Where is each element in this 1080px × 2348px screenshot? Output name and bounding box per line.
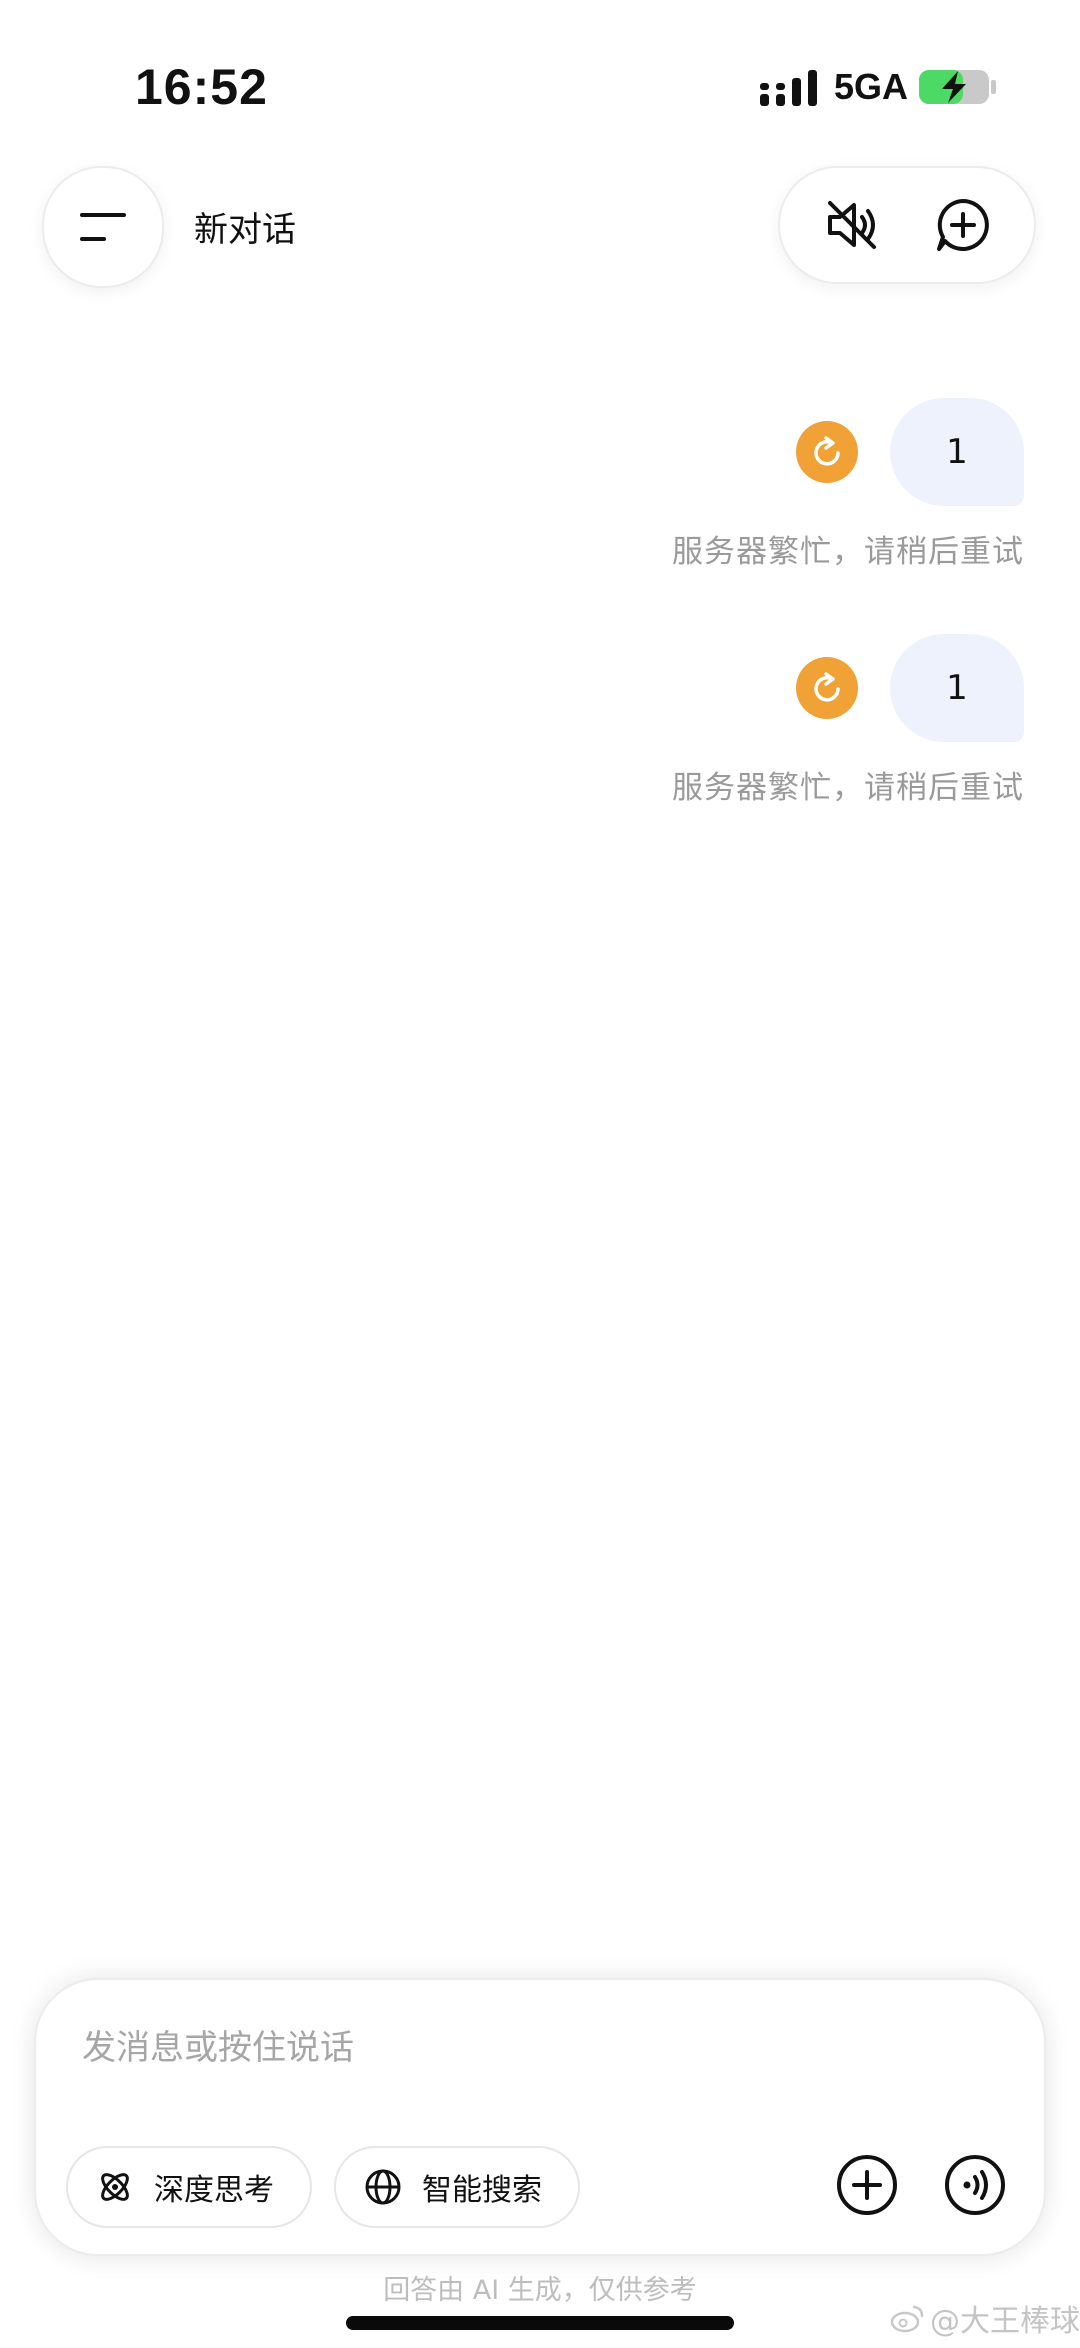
new-chat-icon xyxy=(936,199,989,251)
menu-icon xyxy=(80,213,126,241)
error-status-text: 服务器繁忙，请稍后重试 xyxy=(672,770,1024,806)
message-composer: 深度思考 智能搜索 xyxy=(34,1978,1046,2256)
mute-button[interactable] xyxy=(816,189,888,261)
header-actions xyxy=(778,166,1036,284)
status-bar: 16:52 5GA xyxy=(0,0,1080,160)
weibo-logo-icon xyxy=(890,2305,924,2333)
speaker-muted-icon xyxy=(827,201,876,249)
network-type: 5GA xyxy=(834,66,909,107)
smart-search-label: 智能搜索 xyxy=(422,2173,542,2208)
retry-icon xyxy=(814,436,840,466)
status-time: 16:52 xyxy=(135,59,268,115)
deep-think-label: 深度思考 xyxy=(154,2173,274,2208)
atom-icon xyxy=(96,2168,134,2206)
new-chat-button[interactable] xyxy=(927,189,999,261)
voice-call-button[interactable] xyxy=(940,2150,1010,2220)
message-row: 1 xyxy=(796,398,1024,506)
retry-button[interactable] xyxy=(796,421,858,483)
retry-button[interactable] xyxy=(796,657,858,719)
error-status-text: 服务器繁忙，请稍后重试 xyxy=(672,534,1024,570)
retry-icon xyxy=(814,672,840,702)
user-message-bubble[interactable]: 1 xyxy=(890,634,1024,742)
message-row: 1 xyxy=(796,634,1024,742)
message-input[interactable] xyxy=(82,2028,982,2068)
smart-search-toggle[interactable]: 智能搜索 xyxy=(334,2146,580,2228)
battery-charging-icon xyxy=(919,70,996,104)
page-title: 新对话 xyxy=(194,210,296,250)
chat-screen: 16:52 5GA 新对话 1 服务器繁忙，请稍后重试 1 服务器繁忙，请稍后重… xyxy=(0,0,1080,2348)
voice-call-icon xyxy=(945,2155,1005,2215)
signal-strength-icon xyxy=(760,70,817,106)
add-attachment-button[interactable] xyxy=(832,2150,902,2220)
home-indicator[interactable] xyxy=(346,2316,734,2330)
watermark: @大王棒球 xyxy=(890,2296,1080,2340)
menu-button[interactable] xyxy=(42,166,164,288)
user-message-bubble[interactable]: 1 xyxy=(890,398,1024,506)
plus-icon xyxy=(837,2155,897,2215)
watermark-text: @大王棒球 xyxy=(930,2304,1080,2339)
deep-think-toggle[interactable]: 深度思考 xyxy=(66,2146,312,2228)
globe-icon xyxy=(364,2168,402,2206)
